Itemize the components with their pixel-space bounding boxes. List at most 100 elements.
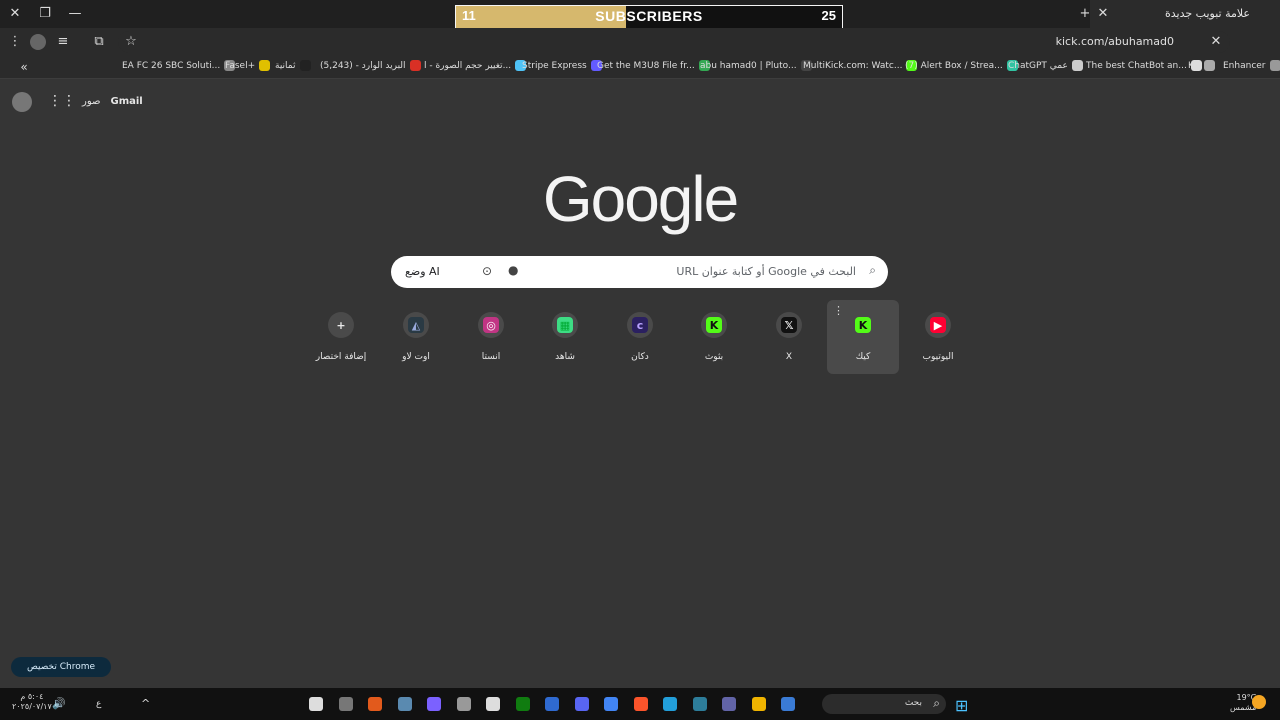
bookmark-label: KR — [1188, 60, 1201, 71]
app-icon[interactable] — [781, 697, 795, 711]
shortcut-tile[interactable]: 𝕏X — [753, 300, 825, 374]
shortcut-glyph: ◎ — [483, 317, 499, 333]
bookmark-item[interactable]: The best ChatBot an... — [1086, 60, 1202, 71]
search-input[interactable]: البحث في Google أو كتابة عنوان URL — [676, 265, 856, 278]
bookmark-item[interactable]: Enhancer — [1223, 60, 1280, 71]
shortcut-tile[interactable]: ◭ اوت لاو — [380, 300, 452, 374]
clear-icon[interactable]: ✕ — [1208, 34, 1224, 50]
language-indicator[interactable]: ع — [96, 699, 101, 709]
taskbar-search[interactable]: بحث ⌕ — [822, 694, 946, 714]
subscriber-goal-overlay: 11 SUBSCRIBERS 25 — [455, 5, 843, 29]
teams-icon[interactable] — [722, 697, 736, 711]
app-icon[interactable] — [692, 697, 707, 711]
discord-icon[interactable] — [574, 697, 589, 711]
bookmark-label: البريد الوارد - (5,243) — [320, 60, 406, 71]
bookmark-star-icon[interactable]: ☆ — [123, 34, 139, 50]
app-icon[interactable] — [456, 697, 471, 711]
steam-icon[interactable] — [397, 697, 412, 711]
active-tab[interactable]: ✕ علامة تبويب جديدة — [1090, 0, 1280, 28]
shortcut-tile[interactable]: c دكان — [604, 300, 676, 374]
search-icon: ⌕ — [869, 263, 876, 277]
brave-icon[interactable] — [633, 697, 648, 711]
shortcut-glyph: c — [632, 317, 648, 333]
shortcut-icon: ◎ — [478, 312, 504, 338]
bookmark-label: تغيير حجم الصورة - ا... — [424, 60, 512, 71]
extensions-icon[interactable]: ⧉ — [91, 34, 107, 50]
lens-icon[interactable]: ⊙ — [482, 264, 492, 278]
xbox-icon[interactable] — [515, 697, 530, 711]
bookmark-item[interactable]: ثمانية — [275, 60, 311, 71]
top-links: صور Gmail — [82, 96, 143, 107]
chevron-up-icon[interactable]: ^ — [141, 697, 150, 710]
shortcut-glyph: K — [706, 317, 722, 333]
volume-icon[interactable]: 🔊 — [52, 697, 66, 710]
close-tab-icon[interactable]: ✕ — [1095, 6, 1111, 22]
time-text: ٥:٠٤ م — [20, 692, 44, 701]
shortcut-tile[interactable]: ◎ انستا — [455, 300, 527, 374]
bookmark-item[interactable]: EA FC 26 SBC Soluti... — [122, 60, 236, 71]
images-link[interactable]: صور — [82, 96, 101, 107]
bookmark-item[interactable]: تغيير حجم الصورة - ا... — [424, 60, 527, 71]
shortcut-label: X — [785, 352, 793, 362]
chrome-icon[interactable] — [604, 697, 618, 711]
gmail-link[interactable]: Gmail — [111, 96, 143, 107]
chevron-left-icon[interactable]: « — [16, 59, 32, 75]
customize-chrome-button[interactable]: تخصيص Chrome — [11, 657, 111, 677]
google-logo: Google — [542, 163, 739, 235]
bookmark-label: ChatGPT عمي — [1008, 60, 1068, 71]
subscriber-goal: 25 — [821, 8, 836, 23]
media-icon[interactable]: ≡ — [55, 34, 71, 50]
clock[interactable]: ٥:٠٤ م ٢٠٢٥/٠٧/١٧ — [12, 692, 52, 712]
bookmark-item[interactable]: البريد الوارد - (5,243) — [320, 60, 421, 71]
ai-mode-button[interactable]: وضع AI — [405, 265, 440, 278]
bookmark-label: MultiKick.com: Watc... — [803, 60, 903, 71]
shortcut-glyph: 𝕏 — [781, 317, 797, 333]
bookmark-item[interactable]: (7) Alert Box / Strea... — [905, 60, 1018, 71]
shortcut-tile[interactable]: K كيك ⋮ — [827, 300, 899, 374]
shortcut-label: دكان — [631, 352, 649, 362]
subscriber-label: SUBSCRIBERS — [595, 8, 703, 24]
close-window-icon[interactable]: ✕ — [7, 6, 23, 22]
bookmark-item[interactable]: ChatGPT عمي — [1008, 60, 1083, 71]
apps-grid-icon[interactable]: ⋮⋮ — [48, 93, 76, 109]
shortcut-tile[interactable]: ▶ اليوتيوب — [902, 300, 974, 374]
bookmark-label: EA FC 26 SBC Soluti... — [122, 60, 221, 71]
shortcut-menu-icon[interactable]: ⋮ — [833, 304, 844, 317]
account-avatar[interactable] — [12, 92, 32, 112]
bookmark-favicon-icon — [1204, 60, 1216, 71]
shortcut-tile[interactable]: + إضافة اختصار — [305, 300, 377, 374]
search-box[interactable]: وضع AI ⊙ ● البحث في Google أو كتابة عنوا… — [391, 256, 888, 288]
settings-app-icon[interactable] — [338, 697, 353, 711]
shortcut-tile[interactable]: K بثوث — [678, 300, 750, 374]
restore-window-icon[interactable]: ❐ — [37, 6, 53, 22]
bookmark-label: Stripe Express — [522, 60, 587, 71]
address-bar[interactable]: ☆ kick.com/abuhamad0 ✕ — [118, 31, 1230, 53]
app-icon[interactable] — [368, 697, 382, 711]
shortcut-glyph: ▦ — [557, 317, 573, 333]
profile-avatar[interactable] — [30, 34, 46, 50]
shortcut-icon: + — [328, 312, 354, 338]
mic-icon[interactable]: ● — [508, 263, 518, 277]
bookmark-label: Get the M3U8 File fr... — [597, 60, 695, 71]
search-icon: ⌕ — [933, 696, 940, 710]
bookmark-item[interactable]: MultiKick.com: Watc... — [803, 60, 918, 71]
folder-icon[interactable] — [751, 697, 766, 711]
menu-icon[interactable]: ⋮ — [7, 34, 23, 50]
bookmark-item[interactable]: Stripe Express — [522, 60, 602, 71]
shortcut-glyph: + — [333, 317, 349, 333]
bookmark-label: The best ChatBot an... — [1086, 60, 1187, 71]
telegram-icon[interactable] — [663, 697, 677, 711]
bookmark-item[interactable]: KR — [1188, 60, 1216, 71]
capcut-icon[interactable] — [309, 697, 323, 711]
bookmark-item[interactable]: Fasel+ — [225, 60, 271, 71]
app-icon[interactable] — [427, 697, 441, 711]
bookmark-item[interactable]: Get the M3U8 File fr... — [597, 60, 710, 71]
shortcut-tile[interactable]: ▦ شاهد — [529, 300, 601, 374]
bookmarks-bar: « EA FC 26 SBC Soluti... Fasel+ ثمانية البر… — [0, 56, 1280, 79]
app-icon[interactable] — [486, 697, 500, 711]
bookmark-item[interactable]: abu hamad0 | Pluto... — [700, 60, 812, 71]
store-icon[interactable] — [545, 697, 559, 711]
shortcut-label: بثوث — [704, 352, 724, 362]
minimize-window-icon[interactable]: — — [67, 6, 83, 22]
windows-start-icon[interactable]: ⊞ — [955, 696, 968, 715]
